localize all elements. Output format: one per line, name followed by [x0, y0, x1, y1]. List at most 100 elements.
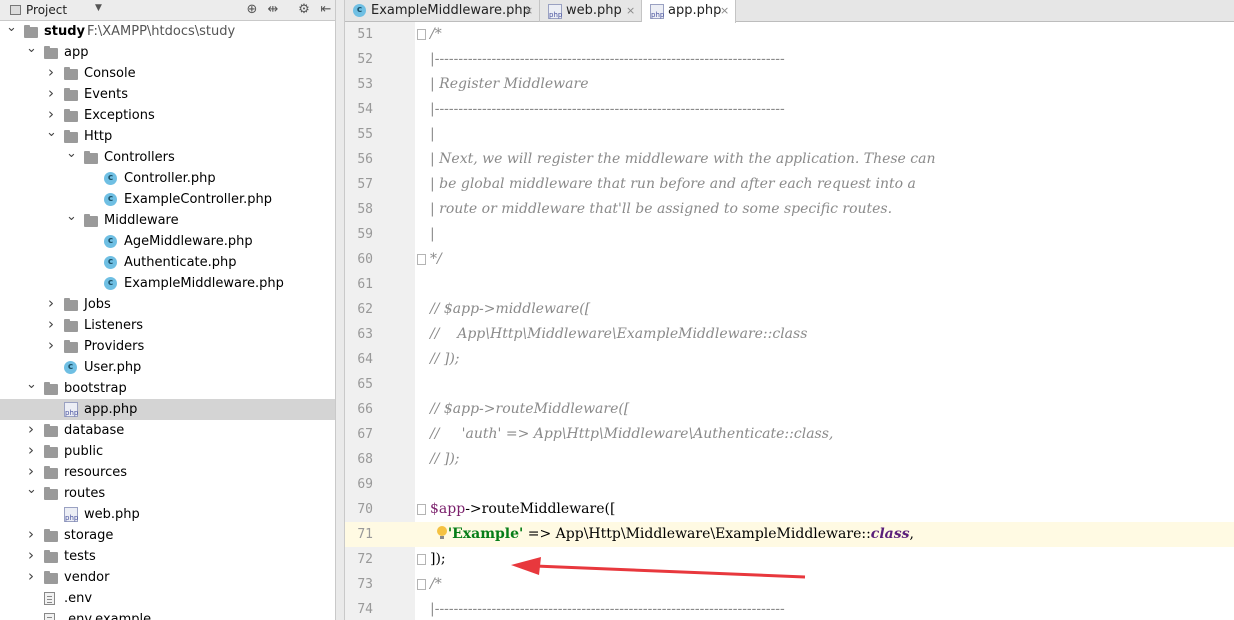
- chevron-down-icon[interactable]: ⌄: [66, 206, 77, 227]
- tree-item-label: app: [64, 45, 89, 60]
- chevron-right-icon[interactable]: ›: [26, 545, 36, 566]
- chevron-right-icon[interactable]: ›: [26, 566, 36, 587]
- tree-item-label: Listeners: [84, 318, 144, 333]
- tree-item[interactable]: c Controller.php: [0, 168, 335, 189]
- tree-item-label: routes: [64, 486, 106, 501]
- project-tree: ⌄ study F:\XAMPP\htdocs\study ⌄ app › Console ›…: [0, 20, 335, 620]
- tree-item[interactable]: › Jobs: [0, 294, 335, 315]
- php-file-icon: [64, 507, 78, 522]
- folder-icon: [24, 25, 38, 38]
- gear-icon[interactable]: ⚙: [296, 2, 312, 18]
- tree-item[interactable]: ⌄ Http: [0, 125, 335, 147]
- tree-item-label: Jobs: [84, 297, 111, 312]
- chevron-down-icon[interactable]: ⌄: [26, 479, 37, 500]
- tree-item-label: app.php: [84, 402, 138, 417]
- tree-item-label: Providers: [84, 339, 145, 354]
- folder-icon: [44, 445, 58, 458]
- tree-item[interactable]: ⌄ app: [0, 41, 335, 63]
- annotation-arrow: [511, 557, 806, 579]
- php-class-icon: c: [104, 256, 117, 269]
- tree-item[interactable]: ⌄ Controllers: [0, 146, 335, 168]
- php-class-icon: c: [104, 235, 117, 248]
- tree-item[interactable]: c User.php: [0, 357, 335, 378]
- chevron-right-icon[interactable]: ›: [46, 83, 56, 104]
- tree-item[interactable]: › vendor: [0, 567, 335, 588]
- chevron-down-icon[interactable]: ⌄: [26, 38, 37, 59]
- tree-item[interactable]: › database: [0, 420, 335, 441]
- folder-icon: [44, 424, 58, 437]
- tree-item[interactable]: c ExampleController.php: [0, 189, 335, 210]
- chevron-down-icon[interactable]: ⌄: [6, 17, 17, 38]
- chevron-right-icon[interactable]: ›: [46, 62, 56, 83]
- tree-item[interactable]: › Providers: [0, 336, 335, 357]
- project-icon: [10, 5, 21, 15]
- panel-splitter[interactable]: [335, 0, 345, 620]
- tree-item-label: database: [64, 423, 125, 438]
- php-class-icon: c: [104, 172, 117, 185]
- tree-item-label: web.php: [84, 507, 140, 522]
- collapse-all-icon[interactable]: ⇹: [265, 2, 281, 18]
- tree-item-label: AgeMiddleware.php: [124, 234, 253, 249]
- tree-item[interactable]: ⌄ bootstrap: [0, 377, 335, 399]
- tree-item-label: Controllers: [104, 150, 175, 165]
- tree-item[interactable]: ⌄ routes: [0, 482, 335, 504]
- folder-icon: [64, 130, 78, 143]
- folder-icon: [44, 46, 58, 59]
- chevron-down-icon[interactable]: ⌄: [46, 122, 57, 143]
- tree-item-label: resources: [64, 465, 128, 480]
- tree-item-label: public: [64, 444, 104, 459]
- tree-item-label: vendor: [64, 570, 110, 585]
- php-class-icon: c: [104, 277, 117, 290]
- project-panel: Project ▼ ⊕ ⇹ ⚙ ⇤ ⌄ study F:\XAMPP\htdocs\…: [0, 0, 335, 620]
- chevron-down-icon[interactable]: ▼: [95, 3, 102, 13]
- tree-item[interactable]: › public: [0, 441, 335, 462]
- tree-item-label: tests: [64, 549, 96, 564]
- chevron-right-icon[interactable]: ›: [26, 440, 36, 461]
- project-view-selector[interactable]: Project: [10, 3, 67, 17]
- chevron-right-icon[interactable]: ›: [46, 293, 56, 314]
- chevron-right-icon[interactable]: ›: [46, 314, 56, 335]
- tree-item-label: ExampleController.php: [124, 192, 273, 207]
- globe-icon[interactable]: ⊕: [244, 2, 260, 18]
- chevron-right-icon[interactable]: ›: [46, 335, 56, 356]
- folder-icon: [44, 571, 58, 584]
- tree-item[interactable]: ⌄ Middleware: [0, 209, 335, 231]
- hide-panel-icon[interactable]: ⇤: [318, 2, 334, 18]
- tree-item-label: Console: [84, 66, 136, 81]
- folder-icon: [64, 109, 78, 122]
- tree-item-label: storage: [64, 528, 114, 543]
- folder-icon: [64, 298, 78, 311]
- tree-item-label: .env: [64, 591, 93, 606]
- folder-icon: [44, 466, 58, 479]
- tree-item-label: Exceptions: [84, 108, 155, 123]
- tree-item-label: Middleware: [104, 213, 179, 228]
- tree-item[interactable]: c AgeMiddleware.php: [0, 231, 335, 252]
- chevron-down-icon[interactable]: ⌄: [66, 143, 77, 164]
- tree-item[interactable]: › Listeners: [0, 315, 335, 336]
- tree-item[interactable]: app.php: [0, 399, 335, 420]
- folder-icon: [44, 550, 58, 563]
- project-panel-title: Project: [26, 3, 68, 17]
- tree-item[interactable]: › tests: [0, 546, 335, 567]
- tree-item[interactable]: c ExampleMiddleware.php: [0, 273, 335, 294]
- folder-icon: [64, 67, 78, 80]
- tree-item[interactable]: .env: [0, 588, 335, 609]
- tree-item-label: bootstrap: [64, 381, 127, 396]
- tree-item[interactable]: › storage: [0, 525, 335, 546]
- tree-item[interactable]: c Authenticate.php: [0, 252, 335, 273]
- folder-icon: [64, 88, 78, 101]
- chevron-down-icon[interactable]: ⌄: [26, 374, 37, 395]
- code-editor: cExampleMiddleware.php×web.php×app.php× …: [345, 0, 1234, 620]
- chevron-right-icon[interactable]: ›: [26, 419, 36, 440]
- tree-item[interactable]: .env.example: [0, 609, 335, 620]
- chevron-right-icon[interactable]: ›: [26, 524, 36, 545]
- folder-icon: [64, 340, 78, 353]
- tree-item[interactable]: web.php: [0, 504, 335, 525]
- tree-item[interactable]: › resources: [0, 462, 335, 483]
- project-path: F:\XAMPP\htdocs\study: [87, 24, 236, 39]
- tree-item[interactable]: › Console: [0, 63, 335, 84]
- tree-item[interactable]: › Events: [0, 84, 335, 105]
- tree-item[interactable]: ⌄ study F:\XAMPP\htdocs\study: [0, 20, 335, 42]
- php-class-icon: c: [104, 193, 117, 206]
- php-class-icon: c: [64, 361, 77, 374]
